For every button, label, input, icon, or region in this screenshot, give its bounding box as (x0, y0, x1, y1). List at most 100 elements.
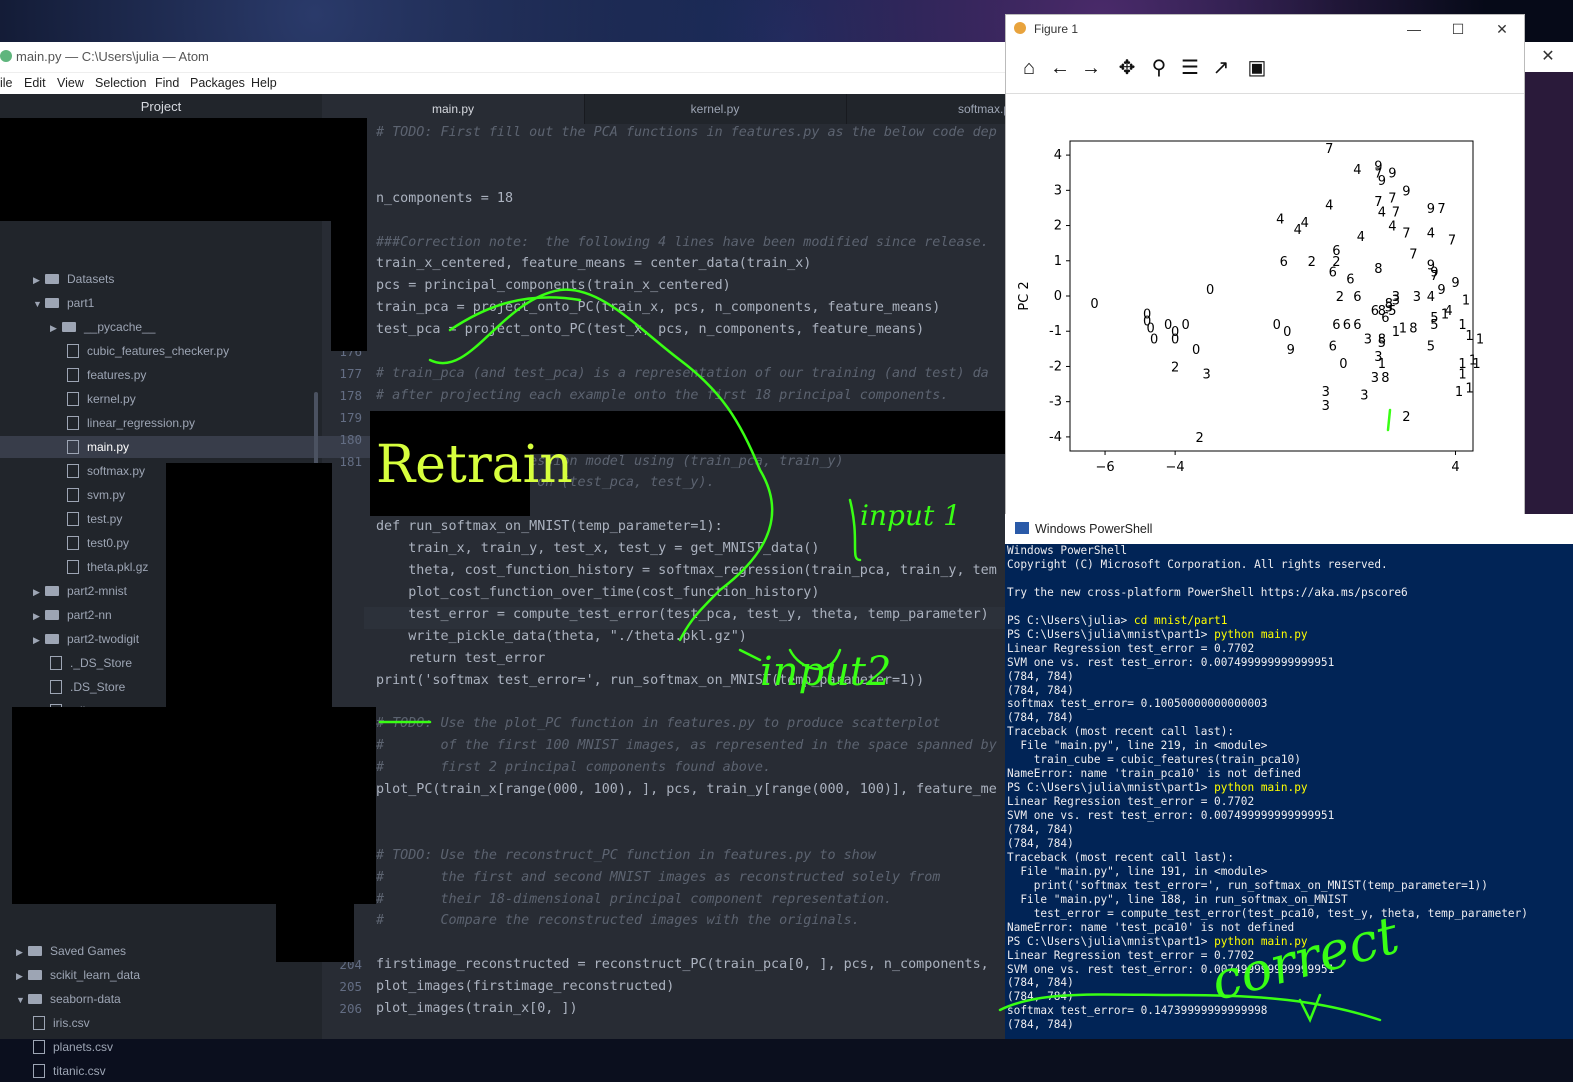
menu-view[interactable]: View (57, 73, 84, 93)
console-line: softmax test_error= 0.10050000000000003 (1007, 697, 1267, 710)
code-line[interactable]: plot_cost_function_over_time(cost_functi… (376, 585, 819, 600)
scatter-point-label: 6 (1343, 318, 1351, 333)
menu-selection[interactable]: Selection (95, 73, 146, 93)
code-line[interactable]: # after projecting each example onto the… (376, 388, 948, 403)
scatter-point-label: 1 (1378, 357, 1386, 372)
code-line[interactable]: test_error = compute_test_error(test_pca… (376, 607, 988, 622)
code-line[interactable]: # TODO: Use the plot_PC function in feat… (376, 716, 940, 731)
configure-icon[interactable]: ☰ (1177, 55, 1203, 81)
tab-kernel-py[interactable]: kernel.py (584, 94, 847, 124)
tree-item[interactable]: ▼ seaborn-data (0, 988, 328, 1010)
scatter-point-label: 7 (1392, 205, 1400, 220)
tree-item[interactable]: iris.csv (0, 1012, 345, 1034)
console-line: print('softmax test_error=', run_softmax… (1007, 879, 1488, 892)
scatter-point-label: 0 (1273, 318, 1281, 333)
code-line[interactable]: pcs = principal_components(train_x_cente… (376, 278, 731, 293)
tree-item[interactable]: ▶ Datasets (0, 268, 345, 290)
code-line[interactable]: write_pickle_data(theta, "./theta.pkl.gz… (376, 629, 747, 644)
scatter-point-label: 0 (1192, 343, 1200, 358)
console-text: (784, 784) (1007, 990, 1074, 1004)
project-header[interactable]: Project (0, 94, 322, 121)
chevron-right-icon[interactable]: ▶ (16, 965, 28, 987)
code-line[interactable]: # train_pca (and test_pca) is a represen… (376, 366, 989, 381)
code-line[interactable]: test_pca = project_onto_PC(test_x, pcs, … (376, 322, 924, 337)
zoom-icon[interactable]: ⚲ (1146, 55, 1172, 81)
menu-packages[interactable]: Packages (190, 73, 245, 93)
chevron-right-icon[interactable]: ▶ (33, 581, 45, 603)
tree-item[interactable]: ▶ __pycache__ (0, 316, 362, 338)
code-line[interactable]: # of the first 100 MNIST images, as repr… (376, 738, 997, 753)
tree-item[interactable]: ▼ part1 (0, 292, 345, 314)
minimize-button[interactable]: — (1392, 15, 1436, 43)
scatter-point-label: 9 (1427, 202, 1435, 217)
code-line[interactable]: # their 18-dimensional principal compone… (376, 892, 892, 907)
scatter-point-label: 3 (1322, 399, 1330, 414)
console-line: File "main.py", line 191, in <module> (1007, 865, 1267, 878)
menu-help[interactable]: Help (251, 73, 277, 93)
code-line[interactable]: train_x, train_y, test_x, test_y = get_M… (376, 541, 819, 556)
chevron-right-icon[interactable]: ▶ (50, 317, 62, 339)
scatter-point-label: 7 (1448, 234, 1456, 249)
y-tick-label: 0 (1054, 289, 1062, 304)
code-line[interactable]: # TODO: First fill out the PCA functions… (376, 125, 997, 140)
file-icon (67, 415, 79, 430)
back-icon[interactable]: ← (1047, 55, 1073, 81)
home-icon[interactable]: ⌂ (1016, 55, 1042, 81)
pan-icon[interactable]: ✥ (1114, 55, 1140, 81)
chevron-down-icon[interactable]: ▼ (33, 293, 45, 315)
code-line[interactable]: n_components = 18 (376, 191, 513, 206)
y-tick-label: 4 (1054, 148, 1062, 163)
code-line[interactable]: ###Correction note: the following 4 line… (376, 235, 989, 250)
code-line[interactable]: firstimage_reconstructed = reconstruct_P… (376, 957, 989, 972)
console-text: test_error = compute_test_error(test_pca… (1007, 906, 1528, 920)
console-line: Traceback (most recent call last): (1007, 725, 1234, 738)
atom-close-button[interactable]: ✕ (1523, 42, 1573, 72)
chevron-right-icon[interactable]: ▶ (16, 941, 28, 963)
tree-item-label: Saved Games (50, 944, 127, 958)
code-line[interactable]: # first 2 principal components found abo… (376, 760, 771, 775)
code-line[interactable]: def run_softmax_on_MNIST(temp_parameter=… (376, 519, 723, 534)
code-editor[interactable]: 166# TODO: First fill out the PCA functi… (322, 124, 1010, 1039)
menu-file[interactable]: ile (0, 73, 13, 93)
console-line: Linear Regression test_error = 0.7702 (1007, 642, 1254, 655)
console-line: Try the new cross-platform PowerShell ht… (1007, 586, 1408, 599)
code-line[interactable]: train_x_centered, feature_means = center… (376, 256, 811, 271)
code-line[interactable]: return test_error (376, 651, 545, 666)
edit-axis-icon[interactable]: ↗ (1208, 55, 1234, 81)
code-line[interactable]: plot_PC(train_x[range(000, 100), ], pcs,… (376, 782, 997, 797)
close-button[interactable]: ✕ (1480, 15, 1524, 43)
menu-find[interactable]: Find (155, 73, 179, 93)
code-line[interactable]: # the first and second MNIST images as r… (376, 870, 940, 885)
tree-item-label: .DS_Store (70, 680, 126, 694)
chevron-right-icon[interactable]: ▶ (33, 629, 45, 651)
code-line[interactable]: train_pca = project_onto_PC(train_x, pcs… (376, 300, 940, 315)
tree-item[interactable]: ▶ scikit_learn_data (0, 964, 328, 986)
chevron-down-icon[interactable]: ▼ (16, 989, 28, 1011)
console-line: (784, 784) (1007, 837, 1074, 850)
tree-item[interactable]: titanic.csv (0, 1060, 345, 1082)
scatter-point-label: 0 (1090, 297, 1098, 312)
console-line: NameError: name 'train_pca10' is not def… (1007, 767, 1301, 780)
code-line[interactable]: print('softmax test_error=', run_softmax… (376, 673, 924, 688)
powershell-console[interactable]: Windows PowerShell Copyright (C) Microsof… (1007, 544, 1573, 1039)
file-icon (33, 1015, 45, 1030)
code-line[interactable]: plot_images(train_x[0, ]) (376, 1001, 578, 1016)
scatter-point-label: 1 (1465, 329, 1473, 344)
code-line[interactable]: theta, cost_function_history = softmax_r… (376, 563, 997, 578)
chevron-right-icon[interactable]: ▶ (33, 269, 45, 291)
tree-item-label: part2-twodigit (67, 632, 140, 646)
code-line[interactable]: # TODO: Use the reconstruct_PC function … (376, 848, 876, 863)
code-line[interactable]: # Compare the reconstructed images with … (376, 913, 860, 928)
file-icon (67, 343, 79, 358)
console-command: cd mnist/part1 (1133, 613, 1228, 627)
maximize-button[interactable]: ☐ (1436, 15, 1480, 43)
figure-titlebar: Figure 1 — ☐ ✕ (1006, 15, 1524, 43)
save-icon[interactable]: ▣ (1244, 55, 1270, 81)
forward-icon[interactable]: → (1078, 55, 1104, 81)
y-tick-label: 3 (1054, 183, 1062, 198)
chevron-right-icon[interactable]: ▶ (33, 605, 45, 627)
code-line[interactable]: plot_images(firstimage_reconstructed) (376, 979, 674, 994)
tab-softmax-py[interactable]: softmax.p (846, 94, 1011, 124)
menu-edit[interactable]: Edit (24, 73, 46, 93)
tree-item[interactable]: planets.csv (0, 1036, 345, 1058)
